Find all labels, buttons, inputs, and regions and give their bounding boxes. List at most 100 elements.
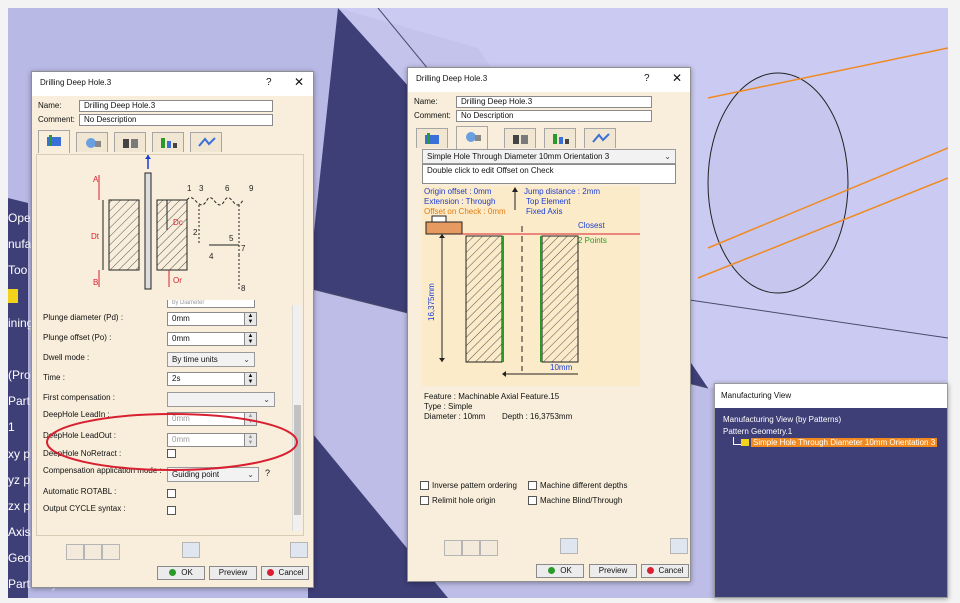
expand-icon[interactable] [670, 538, 688, 554]
tree-item-fragment[interactable]: nufa [8, 237, 31, 251]
tool-path-replay-icon[interactable] [444, 540, 462, 556]
dialog-body: Name: Drilling Deep Hole.3 Comment: No D… [408, 92, 690, 581]
tab-macros[interactable] [190, 132, 222, 152]
ok-button[interactable]: OK [157, 566, 205, 580]
dialog-body: Name: Drilling Deep Hole.3 Comment: No D… [32, 96, 313, 587]
tool-path-replay-icon[interactable] [66, 544, 84, 560]
relimit-hole-origin-checkbox[interactable] [420, 496, 429, 505]
label-4: 4 [209, 252, 214, 261]
tree-item-fragment[interactable]: Too [8, 263, 27, 277]
chevron-down-icon: ⌄ [664, 152, 671, 161]
width-dimension-text: 10mm [550, 363, 573, 372]
label-or: Or [173, 276, 182, 285]
param-label: Plunge diameter (Pd) : [43, 313, 124, 322]
label-a: A [93, 175, 99, 184]
tab-bar [416, 126, 676, 149]
cancel-button[interactable]: Cancel [641, 564, 689, 578]
param-label: Dwell mode : [43, 353, 90, 362]
tab-feeds-speeds[interactable] [544, 128, 576, 148]
pattern-select[interactable]: Simple Hole Through Diameter 10mm Orient… [422, 149, 676, 164]
param-label: Time : [43, 373, 65, 382]
tree-item-fragment[interactable]: zx p [8, 499, 30, 513]
tree-item-fragment[interactable]: Geo [8, 551, 31, 565]
tree-item-fragment[interactable]: ining [8, 316, 33, 330]
tree-item-fragment[interactable]: 1 [8, 420, 15, 434]
name-label: Name: [414, 97, 438, 106]
closest-text: Closest [578, 221, 605, 230]
tab-tooling[interactable] [114, 132, 146, 152]
tree-node-icon [8, 289, 18, 303]
extension-text: Extension : Through [424, 197, 495, 206]
plunge-diameter-input[interactable]: 0mm ▲ ▼ [167, 312, 257, 326]
top-element-text: Top Element [526, 197, 571, 206]
comment-field[interactable]: No Description [456, 110, 652, 122]
tab-strategy[interactable] [38, 130, 70, 153]
analysis-icon[interactable] [480, 540, 498, 556]
comment-field[interactable]: No Description [79, 114, 273, 126]
ok-label: OK [560, 566, 572, 575]
spin-buttons[interactable]: ▲ ▼ [244, 333, 256, 345]
panel-title-bar[interactable]: Manufacturing View [715, 384, 947, 408]
tab-geometry[interactable] [76, 132, 108, 152]
tooling-tab-icon [513, 135, 528, 144]
tree-root[interactable]: Manufacturing View (by Patterns) [723, 415, 841, 424]
tab-geometry[interactable] [456, 126, 488, 149]
feeds-speeds-tab-icon [553, 134, 569, 144]
tab-macros[interactable] [584, 128, 616, 148]
depth-text: Depth : 16,3753mm [502, 412, 573, 421]
name-field[interactable]: Drilling Deep Hole.3 [456, 96, 652, 108]
tree-item-fragment[interactable]: yz p [8, 473, 30, 487]
help-button[interactable]: ? [644, 73, 650, 84]
tab-tooling[interactable] [504, 128, 536, 148]
type-text: Type : Simple [424, 402, 473, 411]
video-icon[interactable] [84, 544, 102, 560]
hole-feature-icon [741, 439, 749, 446]
geometry-tab-icon [86, 138, 101, 148]
close-button[interactable]: ✕ [672, 71, 682, 85]
tree-connector [733, 437, 741, 445]
ok-button[interactable]: OK [536, 564, 584, 578]
chevron-down-icon: ⌄ [243, 355, 250, 364]
tree-child[interactable]: Pattern Geometry.1 [723, 427, 792, 436]
strategy-tab-icon [425, 133, 439, 144]
checkbox-label: Relimit hole origin [432, 496, 496, 505]
select-value: Simple Hole Through Diameter 10mm Orient… [427, 152, 610, 161]
machine-different-depths-checkbox[interactable] [528, 481, 537, 490]
output-cycle-syntax-checkbox[interactable] [167, 506, 176, 515]
spin-buttons[interactable]: ▲ ▼ [244, 313, 256, 325]
plunge-offset-input[interactable]: 0mm ▲ ▼ [167, 332, 257, 346]
tree-item-fragment[interactable]: Axis [8, 525, 31, 539]
cancel-button[interactable]: Cancel [261, 566, 309, 580]
tree-leaf-selected[interactable]: Simple Hole Through Diameter 10mm Orient… [751, 438, 938, 447]
help-button[interactable]: ? [266, 77, 272, 88]
video-icon[interactable] [462, 540, 480, 556]
time-input[interactable]: 2s ▲ ▼ [167, 372, 257, 386]
spin-buttons[interactable]: ▲ ▼ [244, 373, 256, 385]
tab-feeds-speeds[interactable] [152, 132, 184, 152]
checkbox-label: Inverse pattern ordering [432, 481, 517, 490]
report-icon[interactable] [182, 542, 200, 558]
title-bar[interactable]: Drilling Deep Hole.3 ? ✕ [32, 72, 313, 96]
preview-button[interactable]: Preview [209, 566, 257, 580]
preview-button[interactable]: Preview [589, 564, 637, 578]
report-icon[interactable] [560, 538, 578, 554]
name-field[interactable]: Drilling Deep Hole.3 [79, 100, 273, 112]
inverse-pattern-ordering-checkbox[interactable] [420, 481, 429, 490]
cancel-label: Cancel [658, 566, 684, 575]
machine-blind-through-checkbox[interactable] [528, 496, 537, 505]
expand-icon[interactable] [290, 542, 308, 558]
tab-strategy[interactable] [416, 128, 448, 148]
dwell-mode-select[interactable]: By time units ⌄ [167, 352, 255, 367]
close-button[interactable]: ✕ [294, 75, 304, 89]
param-label: Plunge offset (Po) : [43, 333, 112, 342]
feeds-speeds-tab-icon [161, 138, 177, 148]
dialog-title: Drilling Deep Hole.3 [416, 74, 488, 83]
tree-item-fragment[interactable]: Part [8, 394, 30, 408]
label-9: 9 [249, 184, 254, 193]
title-bar[interactable]: Drilling Deep Hole.3 ? ✕ [408, 68, 690, 92]
analysis-icon[interactable] [102, 544, 120, 560]
diameter-text: Diameter : 10mm [424, 412, 486, 421]
tab-bar [38, 130, 298, 153]
tree-item-fragment[interactable]: xy p [8, 447, 30, 461]
tree-item-fragment[interactable]: (Pro [8, 368, 31, 382]
